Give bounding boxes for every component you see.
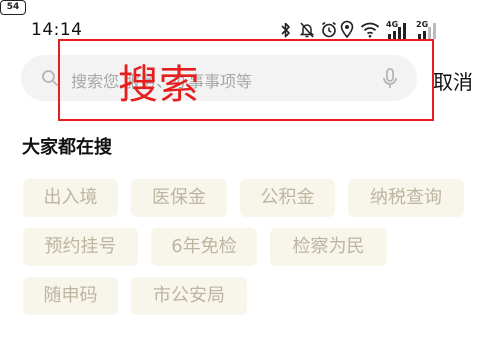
tag-chu-ru-jing[interactable]: 出入境 <box>23 179 118 217</box>
tag-na-shui-cha-xun[interactable]: 纳税查询 <box>348 179 464 217</box>
tag-jian-cha-wei-min[interactable]: 检察为民 <box>270 228 387 266</box>
status-time: 14:14 <box>31 20 83 40</box>
cancel-button[interactable]: 取消 <box>433 66 473 95</box>
silent-bell-icon <box>299 22 315 38</box>
tag-gong-ji-jin[interactable]: 公积金 <box>240 179 335 217</box>
signal-icon <box>418 23 436 39</box>
tag-sui-shen-ma[interactable]: 随申码 <box>23 277 118 315</box>
section-title: 大家都在搜 <box>22 137 112 158</box>
search-input[interactable]: 搜索您 服务、办事事项等 <box>21 55 417 101</box>
signal-icon <box>388 23 406 39</box>
tag-yi-bao-jin[interactable]: 医保金 <box>131 179 227 217</box>
search-icon <box>42 70 58 86</box>
bluetooth-icon <box>281 22 290 38</box>
wifi-icon <box>360 22 380 38</box>
alarm-icon <box>322 21 336 38</box>
tag-6-nian-mian-jian[interactable]: 6年免检 <box>151 228 257 266</box>
overlay-label: 搜索 <box>118 62 200 108</box>
tag-yu-yue-gua-hao[interactable]: 预约挂号 <box>23 228 138 266</box>
microphone-icon[interactable] <box>381 67 399 91</box>
battery-icon: 54 <box>0 0 26 15</box>
status-icons: 4G 2G <box>276 19 472 41</box>
location-icon <box>340 20 354 39</box>
tag-shi-gong-an-ju[interactable]: 市公安局 <box>131 277 247 315</box>
